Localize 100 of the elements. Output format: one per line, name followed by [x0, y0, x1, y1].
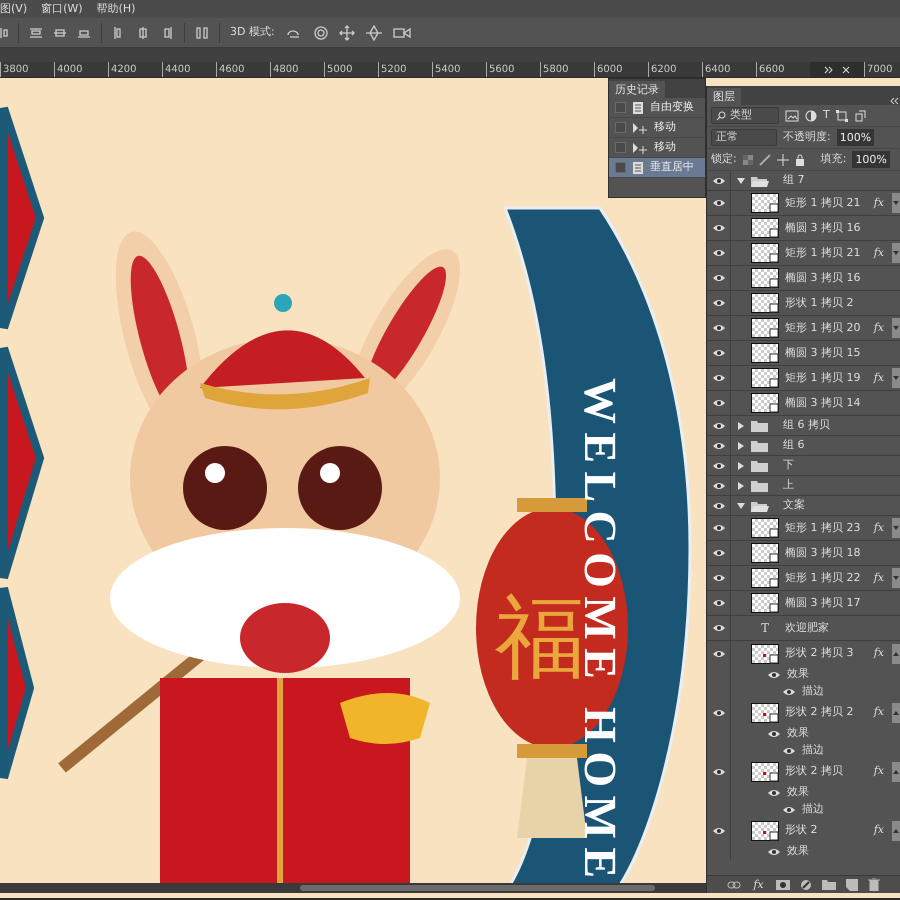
- eye-icon[interactable]: [712, 440, 726, 450]
- roll-icon[interactable]: [312, 24, 329, 40]
- layer-row[interactable]: 椭圆 3 拷贝 17: [707, 591, 900, 616]
- collapsed-triangle-icon[interactable]: [737, 442, 745, 450]
- layer-group-row[interactable]: 组 6 拷贝: [707, 416, 900, 436]
- collapse-effects-icon[interactable]: [892, 762, 900, 782]
- expand-effects-icon[interactable]: [892, 243, 900, 263]
- eye-icon[interactable]: [712, 348, 726, 358]
- fill-field[interactable]: 100%: [852, 151, 890, 168]
- expand-effects-icon[interactable]: [892, 193, 900, 213]
- expand-effects-icon[interactable]: [892, 568, 900, 588]
- eye-icon[interactable]: [712, 480, 726, 490]
- snapshot-checkbox[interactable]: [615, 142, 626, 153]
- eye-icon[interactable]: [712, 420, 726, 430]
- expanded-triangle-icon[interactable]: [737, 502, 745, 510]
- fx-icon[interactable]: fx: [874, 570, 884, 586]
- expand-icon[interactable]: [824, 66, 834, 74]
- blend-mode-select[interactable]: 正常: [711, 129, 777, 146]
- snapshot-checkbox[interactable]: [615, 162, 626, 173]
- snapshot-checkbox[interactable]: [615, 122, 626, 133]
- fx-icon[interactable]: fx: [874, 370, 884, 386]
- eye-icon[interactable]: [767, 728, 781, 738]
- expand-effects-icon[interactable]: [892, 368, 900, 388]
- layer-row[interactable]: 椭圆 3 拷贝 14: [707, 391, 900, 416]
- layer-group-row[interactable]: 下: [707, 456, 900, 476]
- panel-tab[interactable]: 历史记录: [609, 81, 665, 98]
- collapsed-triangle-icon[interactable]: [737, 462, 745, 470]
- eye-icon[interactable]: [767, 788, 781, 798]
- type-filter-icon[interactable]: T: [823, 107, 830, 124]
- fx-icon[interactable]: fx: [874, 244, 884, 262]
- layer-row[interactable]: T 欢迎肥家: [707, 616, 900, 641]
- layer-row[interactable]: 形状 1 拷贝 2: [707, 291, 900, 316]
- eye-icon[interactable]: [712, 548, 726, 558]
- layer-group-row[interactable]: 上: [707, 476, 900, 496]
- eye-icon[interactable]: [712, 598, 726, 608]
- history-item[interactable]: 自由变换: [609, 98, 705, 118]
- eye-icon[interactable]: [712, 298, 726, 308]
- filter-select[interactable]: 类型: [711, 107, 779, 124]
- slide-icon[interactable]: [364, 24, 383, 40]
- snapshot-checkbox[interactable]: [615, 102, 626, 113]
- eye-icon[interactable]: [712, 573, 726, 583]
- link-icon[interactable]: [727, 880, 742, 888]
- eye-icon[interactable]: [712, 176, 726, 186]
- camera-icon[interactable]: [392, 26, 411, 38]
- eye-icon[interactable]: [767, 846, 781, 856]
- eye-icon[interactable]: [712, 323, 726, 333]
- layer-row[interactable]: 椭圆 3 拷贝 18: [707, 541, 900, 566]
- layer-row[interactable]: 椭圆 3 拷贝 16: [707, 216, 900, 241]
- layer-row[interactable]: 形状 2 fx: [707, 818, 900, 843]
- history-item[interactable]: 移动: [609, 118, 705, 138]
- shape-filter-icon[interactable]: [836, 110, 848, 122]
- layer-row[interactable]: 矩形 1 拷贝 23 fx: [707, 516, 900, 541]
- eye-icon[interactable]: [782, 804, 796, 814]
- fx-icon[interactable]: fx: [874, 194, 884, 212]
- expand-effects-icon[interactable]: [892, 318, 900, 338]
- eye-icon[interactable]: [712, 248, 726, 258]
- layer-row[interactable]: 形状 2 拷贝 fx: [707, 759, 900, 784]
- add-style-button[interactable]: fx: [751, 878, 766, 892]
- folder-icon[interactable]: [822, 879, 836, 890]
- layer-row[interactable]: 形状 2 拷贝 3 fx: [707, 641, 900, 666]
- effect-row[interactable]: 描边: [707, 742, 900, 759]
- layer-row[interactable]: 椭圆 3 拷贝 16: [707, 266, 900, 291]
- expand-effects-icon[interactable]: [892, 518, 900, 538]
- new-layer-icon[interactable]: [846, 878, 858, 890]
- eye-icon[interactable]: [712, 826, 726, 836]
- collapse-effects-icon[interactable]: [892, 644, 900, 664]
- layer-row[interactable]: 矩形 1 拷贝 22 fx: [707, 566, 900, 591]
- eye-icon[interactable]: [712, 273, 726, 283]
- eye-icon[interactable]: [767, 670, 781, 680]
- close-icon[interactable]: [842, 66, 850, 74]
- menu-item[interactable]: 帮助(H): [96, 0, 136, 18]
- eye-icon[interactable]: [712, 708, 726, 718]
- eye-icon[interactable]: [712, 500, 726, 510]
- fx-icon[interactable]: fx: [874, 320, 884, 336]
- layer-group-row[interactable]: 文案: [707, 496, 900, 516]
- fx-icon[interactable]: fx: [874, 520, 884, 536]
- adjustment-icon[interactable]: [800, 878, 812, 890]
- eye-icon[interactable]: [712, 398, 726, 408]
- eye-icon[interactable]: [782, 746, 796, 756]
- collapse-icon[interactable]: [890, 97, 900, 105]
- effect-row[interactable]: 描边: [707, 801, 900, 818]
- layer-row[interactable]: 矩形 1 拷贝 21 fx: [707, 241, 900, 266]
- collapse-effects-icon[interactable]: [892, 702, 900, 722]
- eye-icon[interactable]: [712, 460, 726, 470]
- fx-icon[interactable]: fx: [874, 763, 884, 780]
- horizontal-scrollbar[interactable]: [0, 883, 706, 893]
- menu-item[interactable]: 图(V): [0, 0, 28, 18]
- layer-group-row[interactable]: 组 7: [707, 171, 900, 191]
- layer-row[interactable]: 矩形 1 拷贝 19 fx: [707, 366, 900, 391]
- effect-row[interactable]: 效果: [707, 666, 900, 683]
- layer-row[interactable]: 矩形 1 拷贝 20 fx: [707, 316, 900, 341]
- fx-icon[interactable]: fx: [874, 704, 884, 721]
- menu-item[interactable]: 窗口(W): [41, 0, 83, 18]
- eye-icon[interactable]: [712, 623, 726, 633]
- collapsed-triangle-icon[interactable]: [737, 482, 745, 490]
- effect-row[interactable]: 效果: [707, 725, 900, 742]
- opacity-field[interactable]: 100%: [836, 129, 874, 146]
- expanded-triangle-icon[interactable]: [737, 176, 745, 184]
- scrollbar-thumb[interactable]: [300, 885, 655, 891]
- effect-row[interactable]: 效果: [707, 784, 900, 801]
